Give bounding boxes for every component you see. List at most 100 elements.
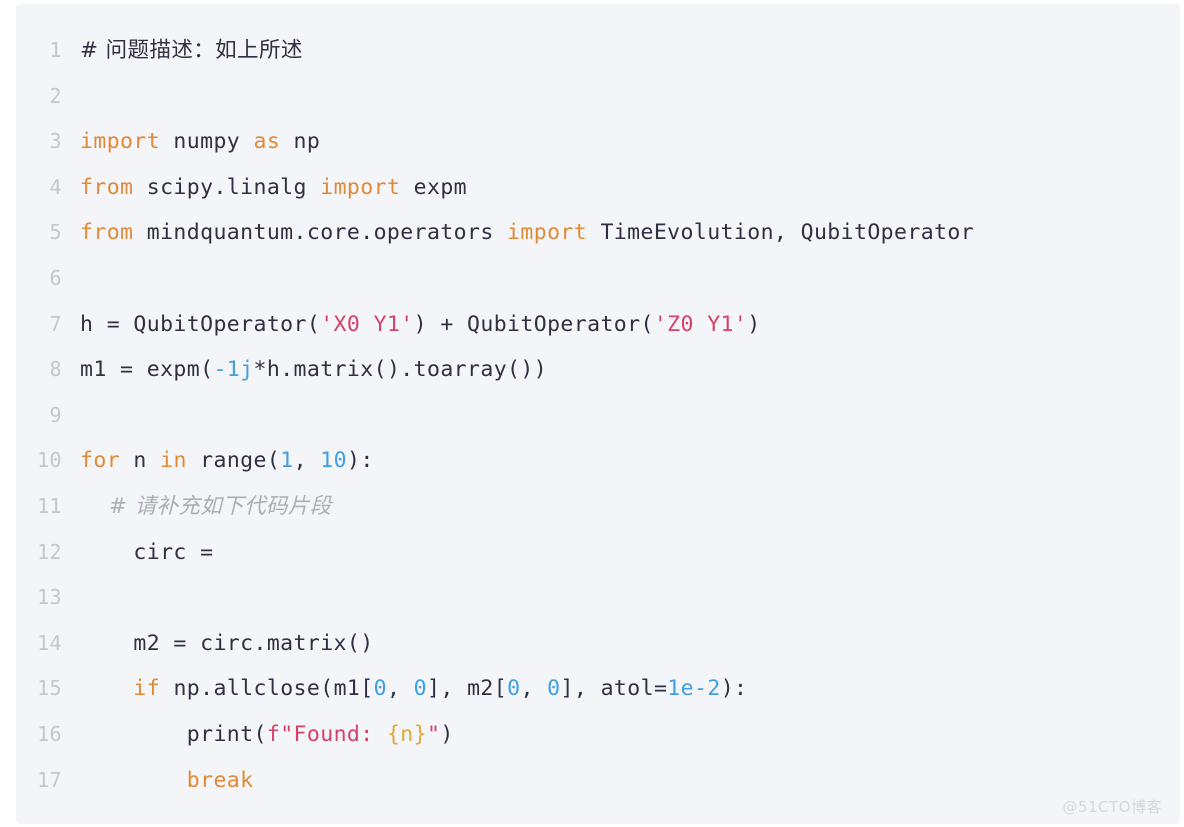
token-keyword: as [253, 129, 281, 155]
code-block-card: 1 # 问题描述：如上所述 2 3 import numpy as np 4 f… [16, 4, 1180, 824]
code-line: 8 m1 = expm(-1j*h.matrix().toarray()) [16, 347, 1180, 393]
code-line: 3 import numpy as np [16, 119, 1180, 165]
token-text: , [293, 448, 321, 474]
token-text: , [386, 676, 414, 702]
token-text: , [520, 676, 548, 702]
line-content: m2 = circ.matrix() [80, 621, 374, 667]
token-keyword: if [133, 676, 161, 702]
line-number: 1 [49, 38, 62, 62]
token-call: range( [186, 448, 281, 474]
line-number: 2 [49, 83, 62, 108]
token-text: ): [720, 676, 748, 702]
line-content: break [80, 758, 254, 804]
code-line: 9 [16, 393, 1180, 439]
token-names: TimeEvolution, QubitOperator [587, 220, 975, 246]
code-line: 5 from mindquantum.core.operators import… [16, 210, 1180, 256]
token-comment: # 问题描述：如上所述 [80, 38, 303, 63]
watermark: @51CTO博客 [1062, 798, 1162, 816]
line-number: 11 [37, 493, 62, 518]
line-number: 4 [49, 174, 62, 199]
token-fstring: f"Found: [266, 721, 387, 747]
line-number: 12 [37, 539, 62, 564]
code-line: 14 m2 = circ.matrix() [16, 621, 1180, 667]
line-content: print(f"Found: {n}") [80, 712, 454, 758]
token-text: ): [346, 448, 374, 474]
line-content: m1 = expm(-1j*h.matrix().toarray()) [80, 347, 547, 393]
token-text: circ = [80, 539, 227, 565]
code-line: 10 for n in range(1, 10): [16, 438, 1180, 484]
token-keyword: import [507, 220, 588, 246]
line-content: h = QubitOperator('X0 Y1') + QubitOperat… [80, 302, 761, 348]
token-keyword: from [80, 174, 134, 200]
token-text: ) [747, 311, 761, 337]
token-name: expm [400, 174, 468, 200]
token-number: 1e-2 [667, 676, 721, 702]
line-number: 5 [49, 220, 62, 245]
token-keyword: break [186, 767, 254, 793]
line-number: 15 [37, 676, 62, 701]
token-text: ) [440, 721, 454, 747]
token-keyword: import [320, 174, 401, 200]
screenshot-root: 1 # 问题描述：如上所述 2 3 import numpy as np 4 f… [0, 0, 1184, 827]
code-line: 15 if np.allclose(m1[0, 0], m2[0, 0], at… [16, 666, 1180, 712]
token-module: numpy [160, 129, 254, 155]
line-number: 16 [37, 721, 62, 746]
token-module: scipy.linalg [133, 174, 321, 200]
line-number: 3 [49, 129, 62, 154]
line-number: 17 [37, 767, 62, 792]
line-content: if np.allclose(m1[0, 0], m2[0, 0], atol=… [80, 666, 747, 712]
token-text: ) + QubitOperator( [413, 311, 654, 337]
token-keyword: in [160, 448, 187, 474]
token-number: 0 [373, 676, 387, 702]
line-number: 6 [49, 265, 62, 290]
token-comment-placeholder: # 请补充如下代码片段 [80, 493, 332, 519]
token-string: 'X0 Y1' [320, 311, 414, 337]
code-line: 16 print(f"Found: {n}") [16, 712, 1180, 758]
token-number: 1 [280, 448, 294, 474]
line-content: for n in range(1, 10): [80, 438, 374, 484]
code-line: 4 from scipy.linalg import expm [16, 165, 1180, 211]
token-text: np.allclose(m1[ [160, 676, 374, 702]
token-keyword: import [80, 129, 161, 155]
code-line: 1 # 问题描述：如上所述 [16, 28, 1180, 74]
token-fstring: " [427, 721, 441, 747]
line-number: 9 [49, 402, 62, 427]
token-alias: np [280, 129, 321, 155]
token-number: 0 [547, 676, 561, 702]
line-number: 13 [37, 585, 62, 610]
line-content: import numpy as np [80, 119, 320, 165]
line-content: circ = [80, 530, 227, 576]
token-text: m1 = expm( [80, 357, 214, 383]
token-call: print( [186, 721, 267, 747]
line-number: 7 [49, 311, 62, 336]
code-line: 6 [16, 256, 1180, 302]
token-number: 0 [507, 676, 521, 702]
token-string: 'Z0 Y1' [653, 311, 748, 337]
code-line: 2 [16, 74, 1180, 120]
token-number: -1j [213, 357, 254, 383]
token-text: m2 = circ.matrix() [80, 630, 374, 656]
token-text: *h.matrix().toarray()) [253, 357, 548, 383]
token-text: ], m2[ [427, 676, 508, 702]
token-keyword: from [80, 220, 134, 246]
code-line: 11 # 请补充如下代码片段 [16, 484, 1180, 530]
line-content: # 请补充如下代码片段 [80, 484, 332, 530]
line-content: from scipy.linalg import expm [80, 165, 467, 211]
code-content[interactable]: 1 # 问题描述：如上所述 2 3 import numpy as np 4 f… [16, 4, 1180, 824]
line-number: 8 [49, 357, 62, 382]
token-var: n [120, 448, 161, 474]
line-number: 14 [37, 630, 62, 655]
token-text: ], atol= [560, 676, 668, 702]
token-number: 0 [413, 676, 428, 702]
line-content: from mindquantum.core.operators import T… [80, 210, 974, 256]
token-text: h = QubitOperator( [80, 311, 321, 337]
token-number: 10 [320, 448, 347, 474]
token-fstring-expression: {n} [386, 721, 427, 747]
code-line: 12 circ = [16, 530, 1180, 576]
token-keyword: for [80, 448, 121, 474]
code-line: 7 h = QubitOperator('X0 Y1') + QubitOper… [16, 302, 1180, 348]
line-content: # 问题描述：如上所述 [80, 28, 303, 74]
